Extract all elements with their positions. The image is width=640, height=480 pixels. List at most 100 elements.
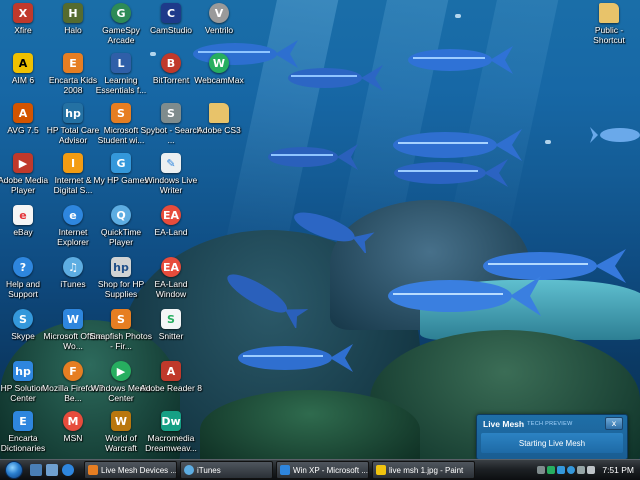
internet-digital-icon: I (63, 153, 83, 173)
show-desktop-icon[interactable] (30, 464, 42, 476)
adobe-media-player-icon: ▶ (13, 153, 33, 173)
fish-graphic (590, 127, 640, 143)
windows-orb-icon (5, 461, 23, 479)
desktop-icon-ventrilo[interactable]: V Ventrilo (188, 2, 250, 52)
media-center-icon: ▶ (111, 361, 131, 381)
encarta-kids-icon: E (63, 53, 83, 73)
firefox-icon: F (63, 361, 83, 381)
desktop-icon-adobe-reader[interactable]: A Adobe Reader 8 (140, 360, 202, 410)
live-mesh-notification[interactable]: Live Mesh TECH PREVIEW x Starting Live M… (476, 414, 628, 460)
office-word-icon: W (63, 309, 83, 329)
public-folder-icon (599, 3, 619, 23)
hp-games-icon: G (111, 153, 131, 173)
switch-windows-icon[interactable] (46, 464, 58, 476)
bittorrent-icon: B (161, 53, 181, 73)
live-writer-icon: ✎ (161, 153, 181, 173)
taskbar-item-label: Win XP - Microsoft ... (293, 465, 368, 475)
taskbar-item-label: iTunes (197, 465, 221, 475)
tray-icon[interactable] (547, 466, 556, 474)
desktop-icon-label: Public - Shortcut (593, 25, 625, 45)
avg-icon: A (13, 103, 33, 123)
msn-icon: M (63, 411, 83, 431)
ea-land-icon: EA (161, 205, 181, 225)
desktop-icon-label: WebcamMax (194, 75, 244, 85)
itunes-icon: ♫ (63, 257, 83, 277)
fish-graphic (227, 274, 309, 328)
taskbar-item-itunes[interactable]: iTunes (180, 461, 273, 479)
desktop-icon-label: Adobe CS3 (197, 125, 241, 135)
fish-graphic (388, 276, 541, 316)
desktop-icon-label: EA-Land (154, 227, 188, 237)
folder-icon (209, 103, 229, 123)
ebay-icon: e (13, 205, 33, 225)
help-icon: ? (13, 257, 33, 277)
network-icon[interactable] (577, 466, 586, 474)
paint-task-icon (376, 465, 386, 475)
taskbar: Live Mesh Devices ... iTunes Win XP - Mi… (0, 459, 640, 480)
internet-explorer-quicklaunch-icon[interactable] (62, 464, 74, 476)
ea-land-window-icon: EA (161, 257, 181, 277)
taskbar-item-label: live msh 1.jpg - Paint (389, 465, 464, 475)
desktop-icon-snitter[interactable]: S Snitter (140, 308, 202, 358)
close-icon: x (611, 419, 617, 428)
start-button[interactable] (0, 461, 28, 479)
desktop-icon-label: Macromedia Dreamweav... (145, 433, 197, 453)
desktop-icon-label: Snitter (158, 331, 184, 341)
desktop-icon-dreamweaver[interactable]: Dw Macromedia Dreamweav... (140, 410, 202, 460)
taskbar-item-label: Live Mesh Devices ... (101, 465, 177, 475)
halo-icon: H (63, 3, 83, 23)
close-button[interactable]: x (605, 417, 623, 430)
notification-title: Live Mesh (483, 419, 525, 429)
fish-graphic (268, 144, 358, 170)
clock[interactable]: 7:51 PM (602, 465, 634, 475)
fish-graphic (394, 159, 508, 187)
webcammax-icon: W (209, 53, 229, 73)
tray-icon[interactable] (537, 466, 546, 474)
desktop-icon-ea-land-window[interactable]: EA EA-Land Window (140, 256, 202, 306)
desktop-icon-label: EA-Land Window (154, 279, 188, 299)
snapfish-icon: S (111, 309, 131, 329)
desktop-icon-webcammax[interactable]: W WebcamMax (188, 52, 250, 102)
taskbar-item-word[interactable]: Win XP - Microsoft ... (276, 461, 369, 479)
adobe-reader-icon: A (161, 361, 181, 381)
warcraft-icon: W (111, 411, 131, 431)
desktop-icon-label: Adobe Reader 8 (140, 383, 202, 393)
taskbar-item-paint[interactable]: live msh 1.jpg - Paint (372, 461, 475, 479)
snitter-icon: S (161, 309, 181, 329)
spybot-icon: S (161, 103, 181, 123)
desktop-icon-label: Ventrilo (204, 25, 234, 35)
tray-icon[interactable] (557, 466, 566, 474)
microsoft-student-icon: S (111, 103, 131, 123)
fish-graphic (294, 212, 375, 253)
xfire-icon: X (13, 3, 33, 23)
internet-explorer-icon: e (63, 205, 83, 225)
camstudio-icon: C (161, 3, 181, 23)
desktop-icon-live-writer[interactable]: ✎ Windows Live Writer (140, 152, 202, 202)
ventrilo-icon: V (209, 3, 229, 23)
encarta-dict-icon: E (13, 411, 33, 431)
aim-icon: A (13, 53, 33, 73)
hp-total-care-icon: hp (63, 103, 83, 123)
desktop-icon-label: Windows Live Writer (144, 175, 198, 195)
gamespy-icon: G (111, 3, 131, 23)
notification-status: Starting Live Mesh (518, 438, 586, 448)
notification-subtitle: TECH PREVIEW (527, 421, 573, 427)
desktop-icon-public-shortcut[interactable]: Public - Shortcut (578, 2, 640, 52)
fish-graphic (288, 65, 383, 91)
fish-graphic (408, 46, 513, 74)
quicktime-icon: Q (111, 205, 131, 225)
hp-solution-icon: hp (13, 361, 33, 381)
taskbar-item-live-mesh[interactable]: Live Mesh Devices ... (84, 461, 177, 479)
live-mesh-task-icon (88, 465, 98, 475)
hp-shop-icon: hp (111, 257, 131, 277)
desktop-icon-ea-land[interactable]: EA EA-Land (140, 204, 202, 254)
fish-graphic (238, 344, 353, 372)
itunes-task-icon (184, 465, 194, 475)
system-tray: 7:51 PM (536, 460, 640, 480)
desktop-icon-adobe-cs3[interactable]: Adobe CS3 (188, 102, 250, 152)
notification-body: Starting Live Mesh (481, 433, 623, 453)
volume-icon[interactable] (587, 466, 596, 474)
skype-tray-icon[interactable] (567, 466, 576, 474)
dreamweaver-icon: Dw (161, 411, 181, 431)
learning-essentials-icon: L (111, 53, 131, 73)
